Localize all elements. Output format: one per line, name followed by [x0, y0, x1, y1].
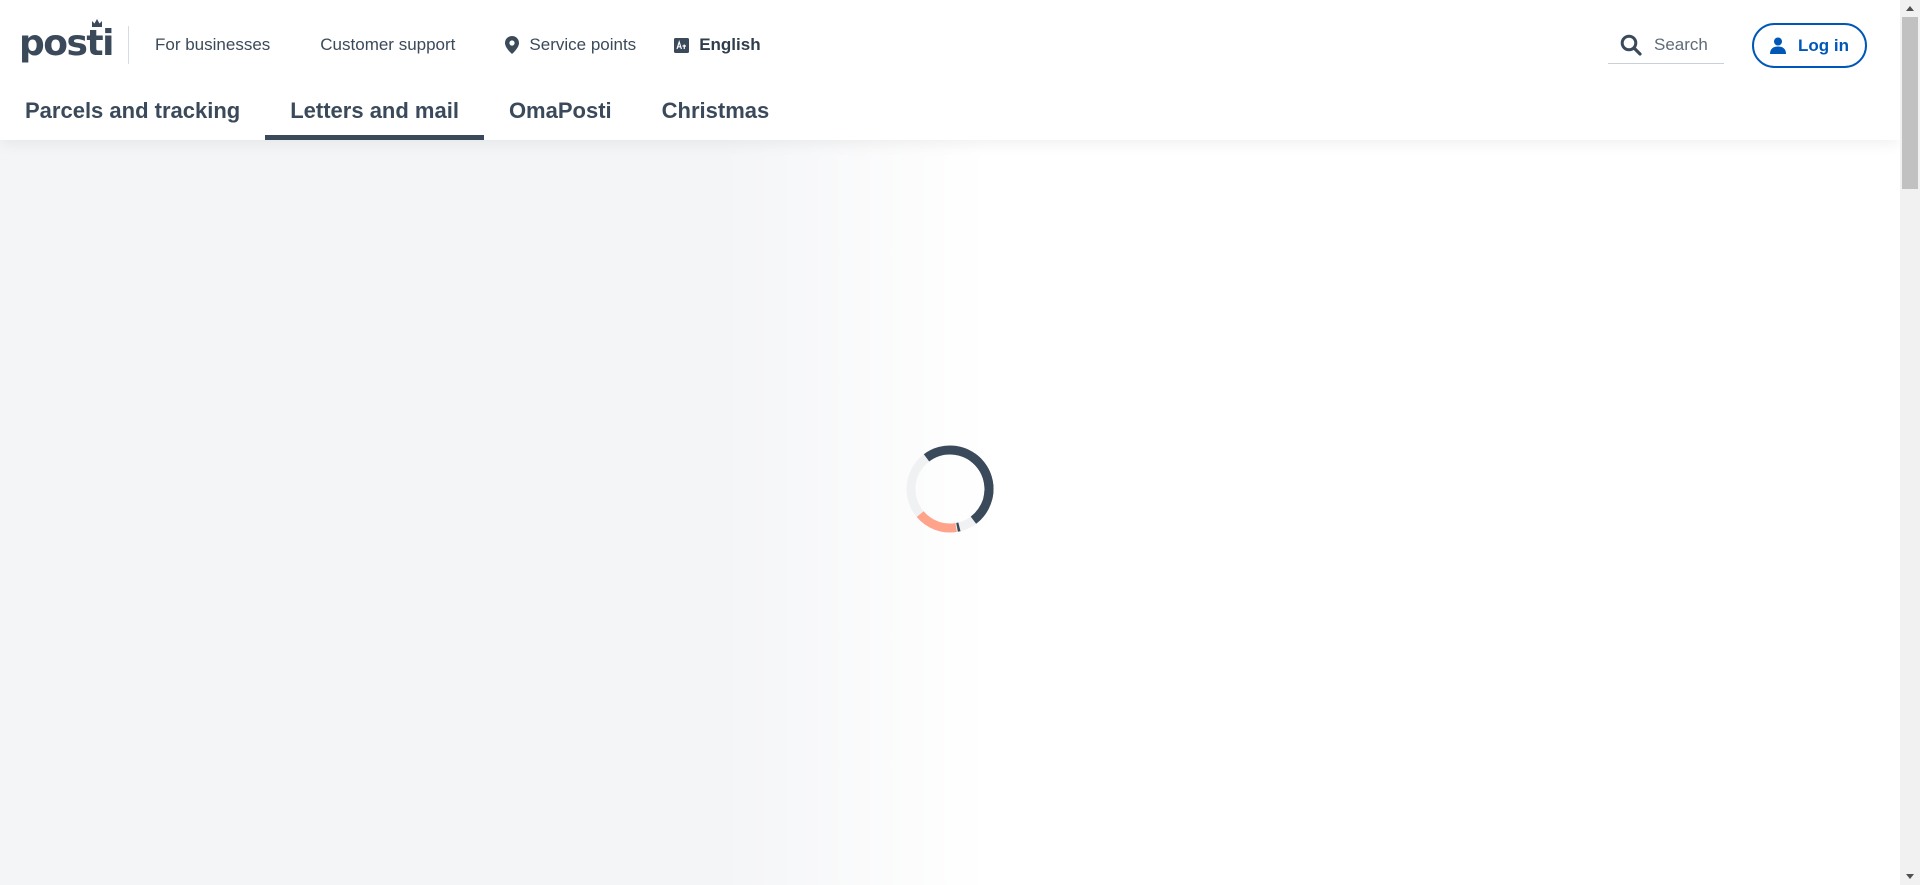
tab-parcels-and-tracking[interactable]: Parcels and tracking: [0, 90, 265, 140]
posti-logo[interactable]: posti: [19, 19, 114, 66]
service-points-link[interactable]: Service points: [505, 35, 636, 55]
service-points-label: Service points: [529, 35, 637, 54]
tab-label: OmaPosti: [508, 98, 612, 123]
tab-label: Parcels and tracking: [25, 98, 241, 123]
search-box[interactable]: Search: [1608, 26, 1724, 64]
user-icon: [1770, 37, 1786, 54]
language-selector[interactable]: English: [674, 35, 761, 55]
loading-spinner: [906, 445, 994, 533]
tab-letters-and-mail[interactable]: Letters and mail: [265, 90, 484, 140]
main-nav: Parcels and tracking Letters and mail Om…: [0, 90, 794, 140]
page: posti For businesses Customer support Se…: [0, 0, 1900, 885]
for-businesses-link[interactable]: For businesses: [155, 35, 270, 55]
language-icon: [674, 37, 690, 53]
site-header: posti For businesses Customer support Se…: [0, 0, 1900, 140]
search-placeholder: Search: [1654, 34, 1708, 54]
tab-label: Christmas: [661, 98, 770, 123]
tab-omaposti[interactable]: OmaPosti: [484, 90, 637, 140]
main-content: [0, 140, 1900, 885]
page-scrollbar[interactable]: [1900, 0, 1920, 885]
scroll-down-arrow-icon[interactable]: [1900, 868, 1920, 885]
login-label: Log in: [1798, 35, 1849, 55]
scroll-up-arrow-icon[interactable]: [1900, 0, 1920, 17]
customer-support-link[interactable]: Customer support: [320, 35, 455, 55]
scrollbar-thumb[interactable]: [1902, 17, 1918, 189]
language-label: English: [699, 35, 761, 54]
utility-nav: For businesses Customer support Service …: [155, 0, 761, 90]
search-icon: [1620, 34, 1642, 56]
logo-text: posti: [19, 23, 114, 64]
logo-crown-icon: [92, 19, 102, 27]
header-divider: [128, 26, 129, 64]
login-button[interactable]: Log in: [1752, 23, 1867, 68]
tab-label: Letters and mail: [290, 98, 459, 123]
tab-christmas[interactable]: Christmas: [637, 90, 795, 140]
map-pin-icon: [505, 36, 520, 54]
